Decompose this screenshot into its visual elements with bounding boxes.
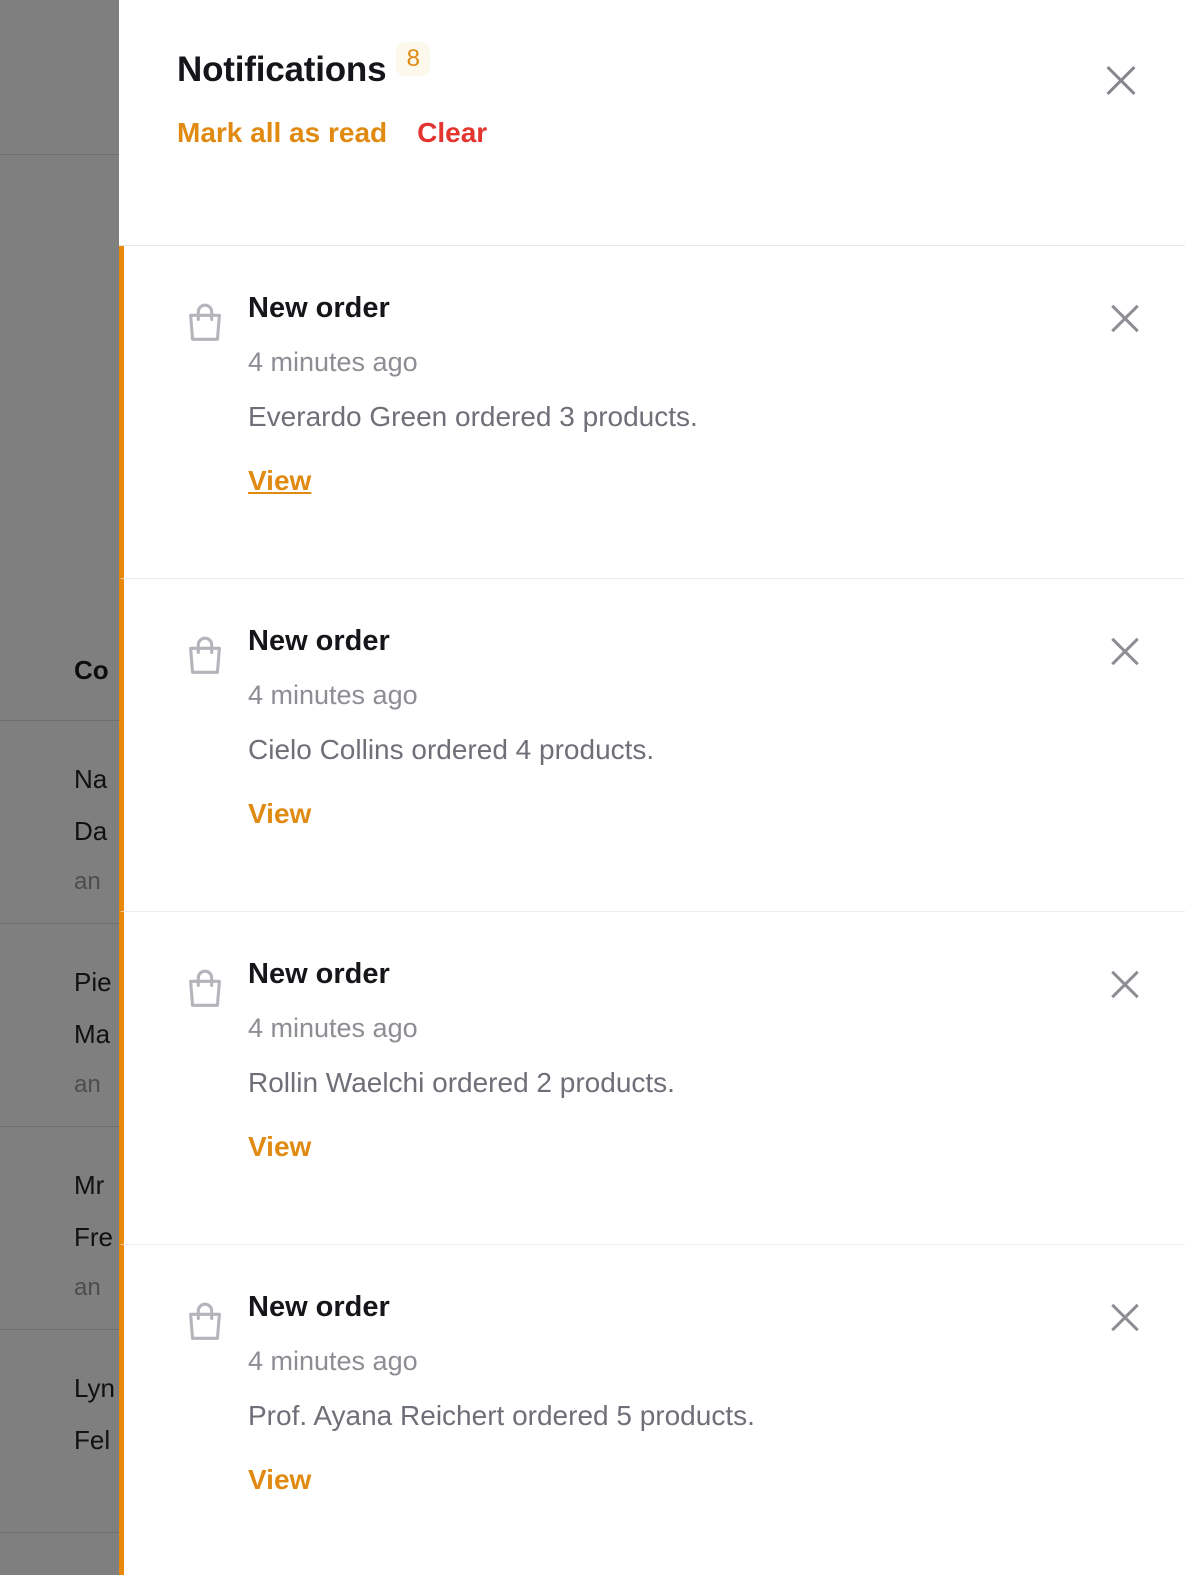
background-column-header: Co bbox=[74, 655, 109, 685]
shopping-bag-icon bbox=[182, 966, 228, 1012]
notification-message: Rollin Waelchi ordered 2 products. bbox=[248, 1066, 675, 1098]
drawer-title-row: Notifications 8 bbox=[177, 42, 1145, 89]
background-table-row: Mr Fre an bbox=[0, 1127, 125, 1330]
background-row-line2: Fre bbox=[74, 1222, 113, 1252]
background-row-line1: Lyn bbox=[74, 1373, 115, 1403]
view-link[interactable]: View bbox=[248, 1464, 311, 1496]
notification-title: New order bbox=[248, 1291, 390, 1323]
notification-title: New order bbox=[248, 292, 390, 324]
background-table-row: Pie Ma an bbox=[0, 924, 125, 1127]
background-row-line1: Na bbox=[74, 764, 108, 794]
notification-message: Everardo Green ordered 3 products. bbox=[248, 400, 698, 432]
close-icon[interactable] bbox=[1099, 58, 1143, 102]
background-page: Co Na Da an Pie Ma an Mr Fre an Lyn Fel bbox=[0, 0, 125, 1575]
notification-body: New order 4 minutes ago Rollin Waelchi o… bbox=[248, 956, 1087, 1163]
background-row-line1: Pie bbox=[74, 967, 112, 997]
clear-button[interactable]: Clear bbox=[417, 117, 487, 149]
background-row-line3: an bbox=[74, 1071, 101, 1098]
shopping-bag-icon bbox=[182, 1299, 228, 1345]
view-link[interactable]: View bbox=[248, 465, 311, 497]
background-table-header: Co bbox=[0, 620, 125, 721]
notification-item[interactable]: New order 4 minutes ago Everardo Green o… bbox=[119, 246, 1185, 579]
notifications-list: New order 4 minutes ago Everardo Green o… bbox=[119, 246, 1185, 1575]
background-table-row: Lyn Fel bbox=[0, 1330, 125, 1533]
status-badge: 8 bbox=[396, 42, 431, 76]
background-row-line1: Mr bbox=[74, 1170, 105, 1200]
notification-timestamp: 4 minutes ago bbox=[248, 680, 418, 711]
notification-title: New order bbox=[248, 958, 390, 990]
page-title: Notifications bbox=[177, 50, 387, 89]
notification-timestamp: 4 minutes ago bbox=[248, 1013, 418, 1044]
app-root: Co Na Da an Pie Ma an Mr Fre an Lyn Fel … bbox=[0, 0, 1185, 1575]
notification-item[interactable]: New order 4 minutes ago Prof. Ayana Reic… bbox=[119, 1245, 1185, 1575]
background-row-line2: Da bbox=[74, 816, 108, 846]
background-row-line2: Fel bbox=[74, 1425, 111, 1455]
mark-all-as-read-button[interactable]: Mark all as read bbox=[177, 117, 387, 149]
notification-timestamp: 4 minutes ago bbox=[248, 1346, 418, 1377]
background-row-cell: Na Da an bbox=[74, 721, 125, 923]
background-row-line3: an bbox=[74, 1274, 101, 1301]
notification-item[interactable]: New order 4 minutes ago Cielo Collins or… bbox=[119, 579, 1185, 912]
background-table: Co Na Da an Pie Ma an Mr Fre an Lyn Fel bbox=[0, 0, 125, 1533]
background-table-row: Na Da an bbox=[0, 721, 125, 924]
dismiss-notification-icon[interactable] bbox=[1105, 964, 1145, 1004]
notification-message: Prof. Ayana Reichert ordered 5 products. bbox=[248, 1399, 755, 1431]
dismiss-notification-icon[interactable] bbox=[1105, 1297, 1145, 1337]
background-row-line2: Ma bbox=[74, 1019, 111, 1049]
dismiss-notification-icon[interactable] bbox=[1105, 298, 1145, 338]
background-spacer-top bbox=[0, 0, 125, 155]
notification-item[interactable]: New order 4 minutes ago Rollin Waelchi o… bbox=[119, 912, 1185, 1245]
shopping-bag-icon bbox=[182, 300, 228, 346]
background-row-cell: Mr Fre an bbox=[74, 1127, 125, 1329]
view-link[interactable]: View bbox=[248, 1131, 311, 1163]
background-row-cell: Lyn Fel bbox=[74, 1330, 125, 1532]
view-link[interactable]: View bbox=[248, 798, 311, 830]
drawer-header: Notifications 8 Mark all as read Clear bbox=[119, 0, 1185, 246]
drawer-actions: Mark all as read Clear bbox=[177, 117, 1145, 149]
background-row-cell: Pie Ma an bbox=[74, 924, 125, 1126]
background-spacer-body bbox=[0, 155, 125, 620]
notification-body: New order 4 minutes ago Cielo Collins or… bbox=[248, 623, 1087, 830]
notification-message: Cielo Collins ordered 4 products. bbox=[248, 733, 655, 765]
dismiss-notification-icon[interactable] bbox=[1105, 631, 1145, 671]
shopping-bag-icon bbox=[182, 633, 228, 679]
notification-body: New order 4 minutes ago Everardo Green o… bbox=[248, 290, 1087, 497]
notification-body: New order 4 minutes ago Prof. Ayana Reic… bbox=[248, 1289, 1087, 1496]
notification-title: New order bbox=[248, 625, 390, 657]
notification-timestamp: 4 minutes ago bbox=[248, 347, 418, 378]
notifications-drawer: Notifications 8 Mark all as read Clear N… bbox=[119, 0, 1185, 1575]
background-row-line3: an bbox=[74, 868, 101, 895]
